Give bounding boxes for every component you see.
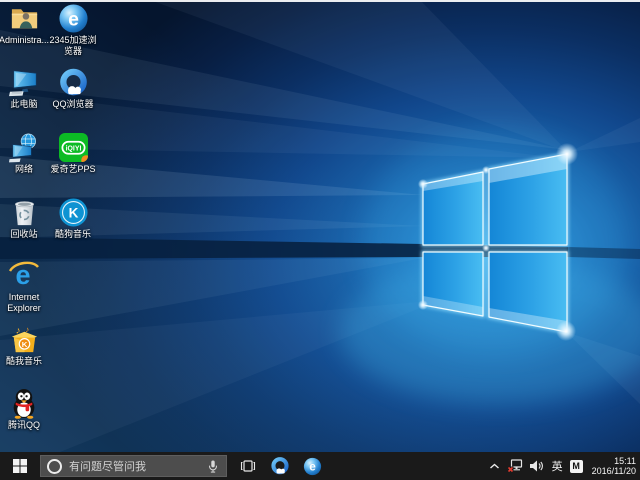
kugou-icon: K xyxy=(57,196,89,228)
desktop-icon-2345-browser[interactable]: e 2345加速浏览器 xyxy=(48,2,98,56)
recycle-bin-icon xyxy=(8,196,40,228)
taskbar-clock[interactable]: 15:11 2016/11/20 xyxy=(590,456,636,476)
svg-text:e: e xyxy=(309,459,316,473)
desktop-icon-network[interactable]: 网络 xyxy=(0,131,49,175)
desktop-icon-label: 此电脑 xyxy=(0,99,49,110)
desktop-icon-kuwo-music[interactable]: ♪ ♪ K 酷我音乐 xyxy=(0,323,49,367)
windows-desktop: Administra... 此电脑 xyxy=(0,0,640,480)
windows-logo-icon xyxy=(13,459,27,473)
qq-browser-icon xyxy=(270,456,290,476)
cortana-icon xyxy=(47,459,62,474)
desktop-icon-label: Internet Explorer xyxy=(0,292,49,313)
svg-text:iQIYI: iQIYI xyxy=(65,145,81,152)
2345-browser-icon: e xyxy=(57,2,89,34)
desktop-icon-this-pc[interactable]: 此电脑 xyxy=(0,66,49,110)
desktop-icon-recycle-bin[interactable]: 回收站 xyxy=(0,196,49,240)
screen-top-edge xyxy=(0,0,640,2)
desktop-icon-label: 网络 xyxy=(0,164,49,175)
svg-text:e: e xyxy=(68,8,79,30)
desktop-icon-qq-browser[interactable]: QQ浏览器 xyxy=(48,66,98,110)
desktop-icon-label: 腾讯QQ xyxy=(0,420,49,431)
desktop-icon-administrator[interactable]: Administra... xyxy=(0,2,49,46)
desktop-icon-label: 2345加速浏览器 xyxy=(48,35,98,56)
desktop-icon-label: QQ浏览器 xyxy=(48,99,98,110)
user-folder-icon xyxy=(8,2,40,34)
desktop-icon-kugou-music[interactable]: K 酷狗音乐 xyxy=(48,196,98,240)
desktop-icon-iqiyi-pps[interactable]: iQIYI 爱奇艺PPS xyxy=(48,131,98,175)
desktop-icon-label: 回收站 xyxy=(0,229,49,240)
taskbar-qq-browser[interactable] xyxy=(263,452,296,480)
clock-date: 2016/11/20 xyxy=(592,466,636,476)
task-view-icon xyxy=(240,459,256,473)
start-button[interactable] xyxy=(0,452,40,480)
desktop-icon-label: 酷我音乐 xyxy=(0,356,49,367)
task-view-button[interactable] xyxy=(233,452,263,480)
clock-time: 15:11 xyxy=(614,456,636,466)
svg-text:K: K xyxy=(68,205,78,220)
hidden-icons-chevron[interactable] xyxy=(489,463,500,470)
desktop-icon-internet-explorer[interactable]: e Internet Explorer xyxy=(0,259,49,313)
network-status-icon[interactable] xyxy=(507,459,523,473)
desktop-icon-label: Administra... xyxy=(0,35,49,46)
iqiyi-icon: iQIYI xyxy=(57,131,89,163)
search-box[interactable]: 有问题尽管问我 xyxy=(40,455,227,477)
taskbar-2345-browser[interactable]: e xyxy=(296,452,329,480)
microphone-icon[interactable] xyxy=(207,459,219,474)
2345-browser-icon: e xyxy=(303,457,322,476)
qq-browser-icon xyxy=(57,66,89,98)
desktop-icon-grid: Administra... 此电脑 xyxy=(0,0,640,480)
desktop-icon-label: 酷狗音乐 xyxy=(48,229,98,240)
computer-icon xyxy=(8,66,40,98)
desktop-icon-label: 爱奇艺PPS xyxy=(48,164,98,175)
kuwo-music-icon: ♪ ♪ K xyxy=(8,323,40,355)
qq-penguin-icon xyxy=(8,387,40,419)
search-placeholder-text: 有问题尽管问我 xyxy=(69,458,203,474)
language-indicator[interactable]: 英 xyxy=(552,458,563,474)
svg-text:K: K xyxy=(21,339,27,348)
network-globe-icon xyxy=(8,131,40,163)
system-tray: 英 M 15:11 2016/11/20 xyxy=(489,456,640,476)
taskbar: 有问题尽管问我 xyxy=(0,452,640,480)
ie-icon: e xyxy=(8,259,40,291)
desktop-icon-tencent-qq[interactable]: 腾讯QQ xyxy=(0,387,49,431)
volume-icon[interactable] xyxy=(530,460,545,472)
ime-mode-icon[interactable]: M xyxy=(570,460,583,473)
